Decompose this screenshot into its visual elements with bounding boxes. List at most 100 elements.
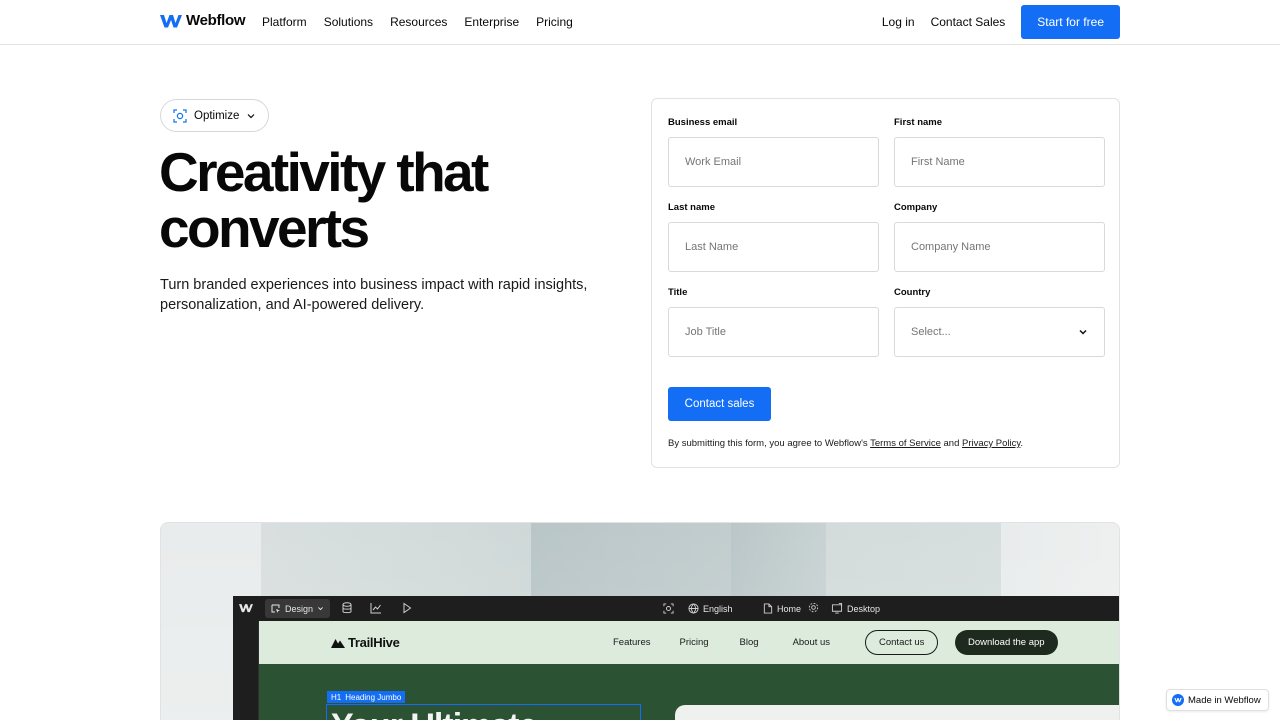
hero-title-line-2: converts xyxy=(159,197,370,259)
site-link-features[interactable]: Features xyxy=(613,637,651,648)
heading-jumbo-text: Your Ultimate xyxy=(331,707,538,720)
country-placeholder: Select... xyxy=(911,326,951,338)
first-name-group: First name First Name xyxy=(894,117,1105,187)
login-link[interactable]: Log in xyxy=(882,5,915,39)
first-name-placeholder: First Name xyxy=(911,156,965,168)
contact-sales-button[interactable]: Contact sales xyxy=(668,387,771,421)
design-mode-label: Design xyxy=(285,603,314,614)
selected-heading[interactable]: Your Ultimate xyxy=(326,704,641,720)
title-group: Title Job Title xyxy=(668,287,879,357)
business-email-label: Business email xyxy=(668,117,738,128)
webflow-badge-icon xyxy=(1172,694,1184,706)
top-nav: Webflow Platform Solutions Resources Ent… xyxy=(0,0,1280,45)
nav-enterprise[interactable]: Enterprise xyxy=(464,15,519,29)
chevron-down-icon xyxy=(318,607,323,611)
contact-sales-link[interactable]: Contact Sales xyxy=(931,5,1006,39)
last-name-placeholder: Last Name xyxy=(685,241,739,253)
country-select[interactable]: Select... xyxy=(894,307,1105,357)
legal-text: By submitting this form, you agree to We… xyxy=(668,438,1023,449)
contact-sales-form: Business email Work Email First name Fir… xyxy=(651,98,1120,468)
site-nav: TrailHive Features Pricing Blog About us… xyxy=(259,621,1119,664)
last-name-group: Last name Last Name xyxy=(668,202,879,272)
country-group: Country Select... xyxy=(894,287,1105,357)
nav-pricing[interactable]: Pricing xyxy=(536,15,573,29)
hero-title: Creativity that converts xyxy=(159,144,619,256)
title-input[interactable]: Job Title xyxy=(668,307,879,357)
hero-subtitle: Turn branded experiences into business i… xyxy=(160,277,588,313)
company-group: Company Company Name xyxy=(894,202,1105,272)
locale-switcher[interactable] xyxy=(663,596,674,621)
brand-name: Webflow xyxy=(186,12,246,29)
optimize-icon xyxy=(173,108,187,123)
trailhive-logo[interactable]: TrailHive xyxy=(331,635,400,650)
company-placeholder: Company Name xyxy=(911,241,991,253)
nav-platform[interactable]: Platform xyxy=(262,15,307,29)
chevron-down-icon xyxy=(1079,329,1087,335)
title-label: Title xyxy=(668,287,688,298)
made-in-webflow-badge[interactable]: Made in Webflow xyxy=(1166,689,1269,711)
legal-prefix: By submitting this form, you agree to We… xyxy=(668,438,871,449)
business-email-placeholder: Work Email xyxy=(685,156,742,168)
language-button[interactable]: English xyxy=(688,596,733,621)
site-download-button[interactable]: Download the app xyxy=(955,630,1058,655)
globe-icon xyxy=(688,603,699,614)
hero-card xyxy=(675,705,1119,720)
designer-toolbar: Design English Home Desktop xyxy=(233,596,1119,621)
element-tag: H1 Heading Jumbo xyxy=(327,691,406,703)
webflow-logo-icon xyxy=(160,14,182,27)
design-mode-button[interactable]: Design xyxy=(265,599,331,618)
target-icon xyxy=(663,603,674,614)
last-name-label: Last name xyxy=(668,202,715,213)
terms-of-service-link[interactable]: Terms of Service xyxy=(870,438,941,449)
site-nav-links: Features Pricing Blog About us xyxy=(613,637,830,648)
breakpoint-label: Desktop xyxy=(847,603,881,614)
database-icon[interactable] xyxy=(342,602,352,614)
designer-window: Design English Home Desktop TrailHive Fe… xyxy=(233,596,1119,720)
privacy-policy-link[interactable]: Privacy Policy xyxy=(962,438,1020,449)
site-contact-button[interactable]: Contact us xyxy=(865,630,939,655)
page-button[interactable]: Home xyxy=(763,596,801,621)
country-label: Country xyxy=(894,287,931,298)
page-label: Home xyxy=(777,603,802,614)
breakpoint-button[interactable]: Desktop xyxy=(831,596,880,621)
first-name-input[interactable]: First Name xyxy=(894,137,1105,187)
hero-title-line-1: Creativity that xyxy=(159,141,489,203)
business-email-input[interactable]: Work Email xyxy=(668,137,879,187)
last-name-input[interactable]: Last Name xyxy=(668,222,879,272)
language-label: English xyxy=(703,603,733,614)
analytics-icon[interactable] xyxy=(370,602,382,614)
webflow-logo[interactable]: Webflow xyxy=(160,12,246,29)
start-for-free-button[interactable]: Start for free xyxy=(1021,5,1120,39)
chevron-down-icon xyxy=(247,113,255,118)
site-canvas: TrailHive Features Pricing Blog About us… xyxy=(259,621,1119,720)
company-label: Company xyxy=(894,202,938,213)
primary-menu: Platform Solutions Resources Enterprise … xyxy=(262,15,573,29)
site-link-about[interactable]: About us xyxy=(793,637,831,648)
badge-label: Made in Webflow xyxy=(1188,694,1261,706)
site-link-pricing[interactable]: Pricing xyxy=(680,637,709,648)
desktop-icon xyxy=(831,603,843,614)
first-name-label: First name xyxy=(894,117,943,128)
optimize-dropdown[interactable]: Optimize xyxy=(160,99,270,132)
select-cursor-icon xyxy=(271,604,280,613)
legal-suffix: . xyxy=(1020,438,1024,449)
site-link-blog[interactable]: Blog xyxy=(740,637,759,648)
nav-solutions[interactable]: Solutions xyxy=(324,15,373,29)
designer-left-panel xyxy=(233,621,259,720)
nav-actions: Log in Contact Sales Start for free xyxy=(882,5,1120,39)
nav-resources[interactable]: Resources xyxy=(390,15,447,29)
gear-icon[interactable] xyxy=(808,602,819,613)
product-preview: Design English Home Desktop TrailHive Fe… xyxy=(160,522,1120,720)
element-tag-name: Heading Jumbo xyxy=(345,692,402,702)
business-email-group: Business email Work Email xyxy=(668,117,879,187)
play-icon[interactable] xyxy=(402,602,412,614)
site-hero: H1 Heading Jumbo Your Ultimate xyxy=(259,664,1119,720)
legal-mid: and xyxy=(940,438,962,449)
mountain-icon xyxy=(331,639,345,648)
company-input[interactable]: Company Name xyxy=(894,222,1105,272)
page-icon xyxy=(763,603,773,614)
optimize-label: Optimize xyxy=(194,109,240,122)
webflow-logo-icon[interactable] xyxy=(239,603,253,613)
element-tag-type: H1 xyxy=(331,692,342,702)
trailhive-name: TrailHive xyxy=(348,635,400,650)
